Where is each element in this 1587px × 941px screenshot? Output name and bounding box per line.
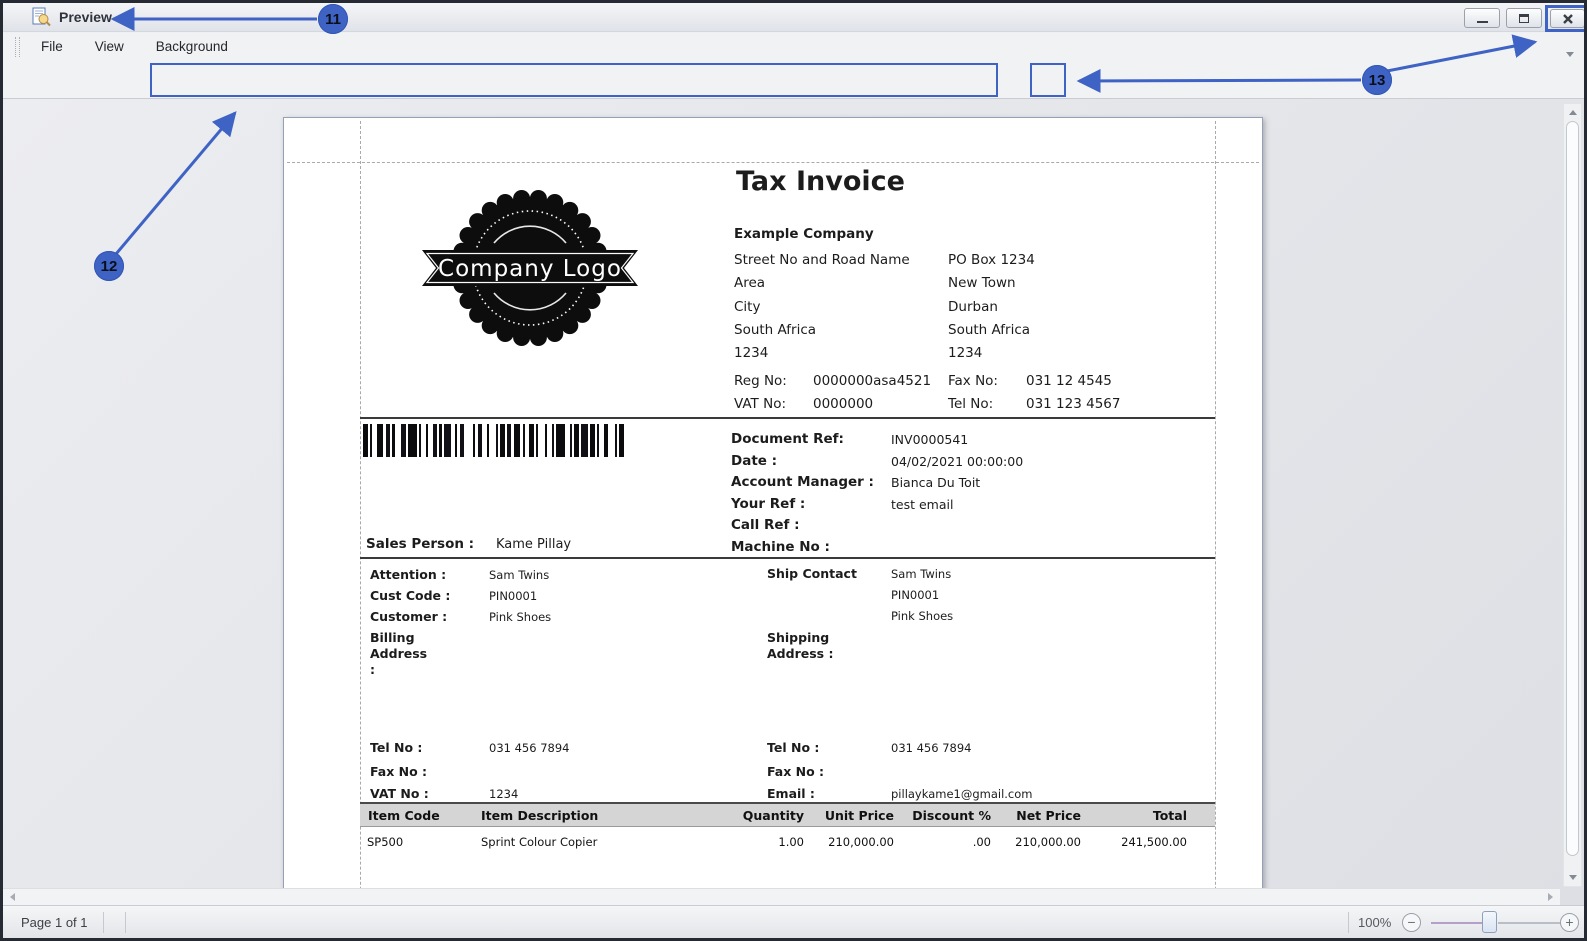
ship-contact-label: Ship Contact — [767, 566, 857, 581]
callout-12: 12 — [94, 251, 124, 281]
col-net-price: Net Price — [996, 808, 1081, 823]
scroll-up-icon[interactable] — [1569, 110, 1577, 115]
minimize-icon — [1477, 21, 1488, 23]
ship-contact-value: Sam Twins — [891, 567, 951, 581]
col-total: Total — [1087, 808, 1187, 823]
zoom-percentage: 100% — [1358, 915, 1391, 930]
attention-value: Sam Twins — [489, 568, 549, 582]
menu-background[interactable]: Background — [145, 35, 239, 58]
preview-window: Preview File View Background — [0, 0, 1587, 941]
invoice-title: Tax Invoice — [736, 166, 905, 197]
vat-label: VAT No : — [370, 786, 429, 801]
preview-client-area: Company Logo Tax Invoice Example Company… — [3, 99, 1584, 905]
window-close-highlight — [1545, 5, 1587, 32]
cell-unit-price: 210,000.00 — [809, 835, 894, 849]
reg-no-label: Reg No:VAT No: — [734, 370, 787, 417]
margin-guide — [287, 162, 1259, 163]
tel-label: Tel No : — [370, 740, 422, 755]
col-quantity: Quantity — [704, 808, 804, 823]
scroll-down-icon[interactable] — [1569, 875, 1577, 880]
customer-label: Customer : — [370, 609, 447, 624]
ship-tel-value: 031 456 7894 — [891, 741, 971, 755]
horizontal-scrollbar[interactable] — [3, 888, 1560, 905]
callout-11: 11 — [318, 4, 348, 34]
email-value: pillaykame1@gmail.com — [891, 787, 1033, 801]
separator — [1348, 912, 1349, 933]
separator — [103, 912, 104, 933]
company-name: Example Company — [734, 226, 874, 242]
cust-code-value: PIN0001 — [489, 589, 537, 603]
ship-fax-label: Fax No : — [767, 764, 824, 779]
window-title: Preview — [59, 9, 112, 25]
print-preview-icon — [31, 7, 51, 27]
logo-text: Company Logo — [438, 256, 622, 282]
minimize-button[interactable] — [1464, 8, 1500, 28]
zoom-slider-track[interactable] — [1498, 922, 1563, 924]
cell-total: 241,500.00 — [1087, 835, 1187, 849]
cell-net-price: 210,000.00 — [996, 835, 1081, 849]
status-bar: Page 1 of 1 100% − + — [3, 905, 1584, 938]
scroll-left-icon[interactable] — [10, 893, 15, 901]
maximize-button[interactable] — [1506, 8, 1542, 28]
vertical-scrollbar[interactable] — [1563, 103, 1582, 887]
sales-person-label: Sales Person : — [366, 536, 474, 552]
col-item-code: Item Code — [368, 808, 440, 823]
divider — [360, 557, 1215, 559]
close-preview-highlight — [1030, 63, 1066, 97]
invoice-page: Company Logo Tax Invoice Example Company… — [283, 117, 1263, 905]
menu-bar: File View Background — [3, 33, 1584, 60]
callout-13: 13 — [1362, 65, 1392, 95]
cell-item-description: Sprint Colour Copier — [481, 835, 597, 849]
ship-code-value: PIN0001 — [891, 588, 939, 602]
menu-grip[interactable] — [15, 37, 20, 57]
ref-values: INV000054104/02/2021 00:00:00Bianca Du T… — [891, 429, 1023, 515]
cust-code-label: Cust Code : — [370, 588, 450, 603]
company-address-left: Street No and Road NameAreaCitySouth Afr… — [734, 249, 910, 365]
vertical-scroll-thumb[interactable] — [1566, 121, 1579, 856]
cell-item-code: SP500 — [367, 835, 403, 849]
zoom-slider-thumb[interactable] — [1482, 911, 1497, 933]
email-label: Email : — [767, 786, 815, 801]
ship-customer-value: Pink Shoes — [891, 609, 953, 623]
company-logo: Company Logo — [418, 187, 642, 349]
vat-value: 1234 — [489, 787, 518, 801]
margin-guide — [360, 121, 361, 905]
fax-label: Fax No : — [370, 764, 427, 779]
menu-view[interactable]: View — [84, 35, 135, 58]
table-row: SP500 Sprint Colour Copier 1.00 210,000.… — [360, 835, 1215, 853]
zoom-slider-active — [1431, 922, 1483, 924]
page-info: Page 1 of 1 — [21, 915, 88, 930]
zoom-in-status-button[interactable]: + — [1560, 913, 1579, 932]
billing-address-label: Billing Address : — [370, 630, 436, 678]
divider — [360, 417, 1215, 419]
zoom-out-status-button[interactable]: − — [1402, 913, 1421, 932]
title-bar: Preview — [3, 3, 1584, 32]
scroll-right-icon[interactable] — [1548, 893, 1553, 901]
tel-value: 031 456 7894 — [489, 741, 569, 755]
ship-tel-label: Tel No : — [767, 740, 819, 755]
reg-no-value: 0000000asa45210000000 — [813, 370, 931, 417]
margin-guide — [1215, 121, 1216, 905]
barcode — [363, 424, 626, 457]
col-unit-price: Unit Price — [809, 808, 894, 823]
col-item-description: Item Description — [481, 808, 598, 823]
maximize-icon — [1519, 14, 1529, 23]
cell-discount: .00 — [906, 835, 991, 849]
chevron-down-icon — [1566, 52, 1574, 57]
attention-label: Attention : — [370, 567, 446, 582]
cell-quantity: 1.00 — [704, 835, 804, 849]
shipping-address-label: Shipping Address : — [767, 630, 837, 662]
col-discount: Discount % — [906, 808, 991, 823]
company-address-right: PO Box 1234New TownDurbanSouth Africa123… — [948, 249, 1035, 365]
ref-labels: Document Ref:Date :Account Manager :Your… — [731, 429, 874, 558]
toolbar-group-highlight — [150, 63, 998, 97]
sales-person-value: Kame Pillay — [496, 537, 571, 552]
menu-file[interactable]: File — [30, 35, 74, 58]
separator — [125, 912, 126, 933]
fax-no-value: 031 12 4545031 123 4567 — [1026, 370, 1120, 417]
items-table-header: Item Code Item Description Quantity Unit… — [360, 802, 1215, 827]
fax-no-label: Fax No:Tel No: — [948, 370, 998, 417]
customer-value: Pink Shoes — [489, 610, 551, 624]
